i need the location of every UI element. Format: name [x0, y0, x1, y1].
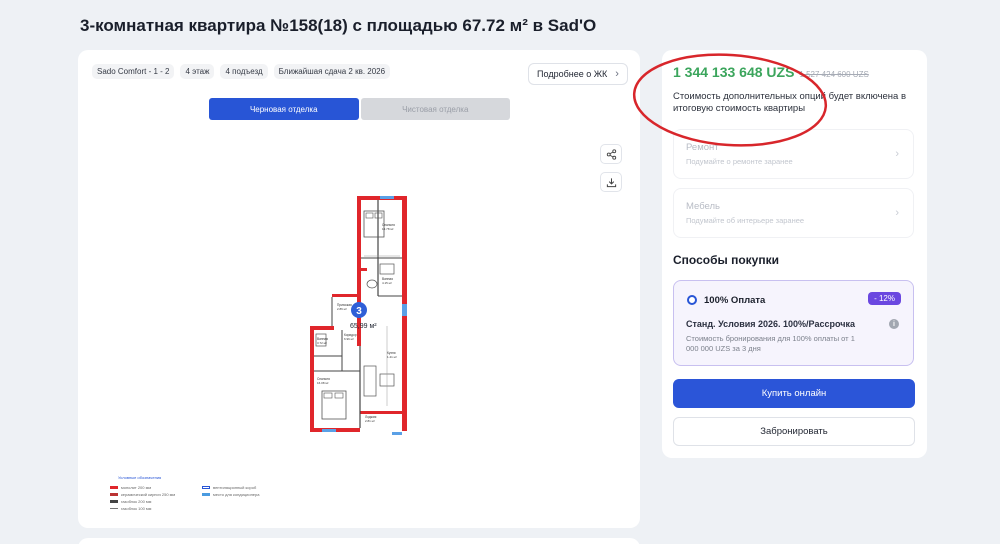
room-area: 4.15 м²: [382, 281, 392, 285]
room-area: 16.08 м²: [317, 381, 328, 385]
option-subtitle: Подумайте о ремонте заранее: [686, 157, 793, 166]
download-icon: [606, 177, 616, 187]
book-button[interactable]: Забронировать: [673, 417, 915, 446]
current-price: 1 344 133 648 UZS: [673, 64, 795, 80]
payment-radio[interactable]: [687, 295, 697, 305]
discount-badge: - 12%: [868, 292, 901, 305]
legend-title: Условные обозначения: [118, 475, 162, 480]
page-title: 3-комнатная квартира №158(18) с площадью…: [80, 16, 597, 35]
apartment-card: Sado Comfort - 1 - 2 4 этаж 4 подъезд Бл…: [78, 50, 640, 528]
legend-item: место для кондиционера: [202, 492, 259, 497]
purchase-methods-heading: Способы покупки: [673, 253, 779, 267]
condition-title: Станд. Условия 2026. 100%/Рассрочка: [686, 319, 855, 329]
legend-label: керамический кирпич 250 мм: [121, 492, 176, 497]
room-area: 2.81 м²: [365, 419, 375, 423]
chevron-right-icon: ›: [895, 148, 899, 160]
share-icon: [606, 148, 616, 160]
option-renovation[interactable]: Ремонт Подумайте о ремонте заранее ›: [673, 129, 914, 179]
option-subtitle: Подумайте об интерьере заранее: [686, 216, 805, 225]
room-area: 13.78 м²: [382, 227, 393, 231]
options-note: Стоимость дополнительных опций будет вкл…: [673, 91, 907, 114]
chevron-right-icon: ›: [895, 207, 899, 219]
purchase-panel: 1 344 133 648 UZS 1 527 424 600 UZS Стои…: [662, 50, 927, 458]
legend-label: газоблок 100 мм: [121, 506, 152, 511]
legend-item: керамический кирпич 250 мм: [110, 492, 175, 497]
option-furniture[interactable]: Мебель Подумайте об интерьере заранее ›: [673, 188, 914, 238]
room-count-badge: 3: [356, 306, 362, 317]
floorplan-image: 3 65,99 м² Спальня 13.78 м² Ванная 4.15 …: [310, 196, 407, 435]
old-price: 1 527 424 600 UZS: [799, 70, 869, 79]
legend-label: газоблок 200 мм: [121, 499, 152, 504]
share-button[interactable]: [600, 144, 622, 164]
room-area: 2.86 м²: [337, 307, 347, 311]
buy-online-button[interactable]: Купить онлайн: [673, 379, 915, 408]
chevron-right-icon: ›: [615, 68, 619, 80]
finish-toggle: Черновая отделка Чистовая отделка: [209, 98, 510, 120]
tag-entrance: 4 подъезд: [220, 64, 268, 79]
legend-label: место для кондиционера: [213, 492, 260, 497]
legend-item: газоблок 200 мм: [110, 499, 151, 504]
tag-complex: Sado Comfort - 1 - 2: [92, 64, 175, 79]
more-about-complex-label: Подробнее о ЖК: [537, 69, 608, 79]
legend-label: вентиляционный короб: [213, 485, 257, 490]
tag-delivery: Ближайшая сдача 2 кв. 2026: [273, 64, 391, 79]
room-area: 3.72 м²: [317, 341, 327, 345]
option-title: Ремонт: [686, 142, 719, 153]
condition-description: Стоимость бронирования для 100% оплаты о…: [686, 334, 855, 353]
tag-floor: 4 этаж: [180, 64, 215, 79]
info-icon[interactable]: i: [889, 319, 899, 329]
legend-label: монолит 200 мм: [121, 485, 152, 490]
room-area: 6.96 м²: [344, 337, 354, 341]
tab-rough-finish[interactable]: Черновая отделка: [209, 98, 359, 120]
payment-option-card[interactable]: 100% Оплата - 12% Станд. Условия 2026. 1…: [673, 280, 914, 366]
room-area: 1.41 м²: [387, 355, 397, 359]
legend-item: вентиляционный короб: [202, 485, 256, 490]
price-row: 1 344 133 648 UZS 1 527 424 600 UZS: [673, 64, 869, 80]
next-section-card: [78, 538, 640, 544]
option-title: Мебель: [686, 201, 720, 212]
payment-method-label: 100% Оплата: [704, 295, 766, 306]
apartment-tags: Sado Comfort - 1 - 2 4 этаж 4 подъезд Бл…: [92, 64, 391, 79]
total-area-label: 65,99 м²: [350, 323, 377, 330]
tab-clean-finish[interactable]: Чистовая отделка: [360, 98, 510, 120]
legend-item: газоблок 100 мм: [110, 506, 151, 511]
download-button[interactable]: [600, 172, 622, 192]
more-about-complex-button[interactable]: Подробнее о ЖК ›: [528, 63, 628, 85]
legend-item: монолит 200 мм: [110, 485, 151, 490]
